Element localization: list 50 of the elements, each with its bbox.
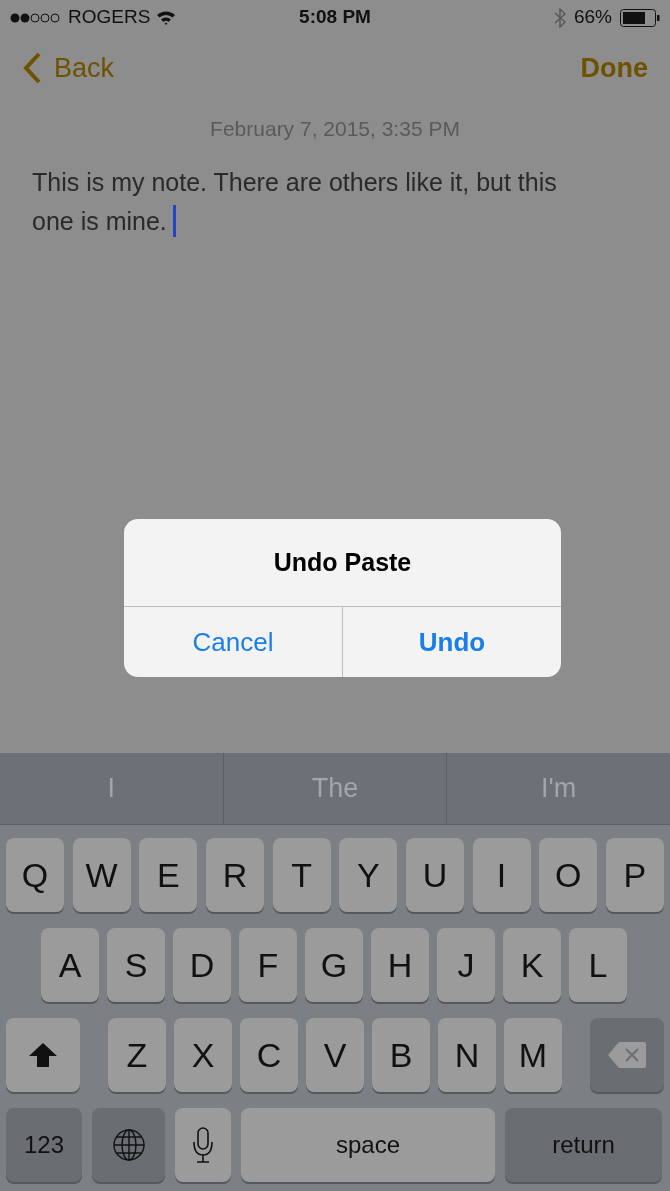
key[interactable]: L [569,928,627,1002]
key[interactable]: U [405,838,464,912]
key[interactable]: Q [6,838,64,912]
key[interactable]: W [72,838,131,912]
globe-key[interactable] [92,1108,165,1182]
key[interactable]: I [472,838,531,912]
alert-title: Undo Paste [272,546,413,578]
note-text-line: one is mine. [32,205,167,237]
key[interactable]: Z [108,1018,166,1092]
wifi-icon [156,10,177,25]
key[interactable]: V [306,1018,364,1092]
carrier-name: ROGERS [68,5,151,30]
key[interactable]: D [173,928,231,1002]
key[interactable]: Y [339,838,398,912]
key[interactable]: E [139,838,198,912]
battery-percentage: 66% [573,5,612,30]
space-key[interactable]: space [241,1108,495,1182]
key[interactable]: A [41,928,99,1002]
key[interactable]: M [504,1018,562,1092]
cancel-button[interactable]: Cancel [124,607,342,677]
key[interactable]: X [174,1018,232,1092]
key[interactable]: T [272,838,331,912]
battery-icon [620,8,660,27]
key[interactable]: P [605,838,664,912]
signal-icon [10,12,62,23]
key[interactable]: R [205,838,264,912]
key[interactable]: H [371,928,429,1002]
key[interactable]: K [503,928,561,1002]
return-key[interactable]: return [505,1108,662,1182]
text-cursor [172,205,176,237]
key[interactable]: F [239,928,297,1002]
key[interactable]: J [437,928,495,1002]
key[interactable]: B [372,1018,430,1092]
numbers-key[interactable]: 123 [6,1108,82,1182]
delete-icon [607,1041,647,1069]
microphone-icon [192,1127,214,1163]
key[interactable]: G [305,928,363,1002]
key[interactable]: O [539,838,598,912]
shift-key[interactable] [6,1018,80,1092]
key[interactable]: N [438,1018,496,1092]
dictation-key[interactable] [175,1108,231,1182]
shift-icon [28,1042,58,1068]
key[interactable]: C [240,1018,298,1092]
bluetooth-icon [553,7,566,28]
key[interactable]: S [107,928,165,1002]
confirm-button[interactable]: Undo [342,607,561,677]
clock-time: 5:08 PM [299,5,371,30]
note-text-line: This is my note. There are others like it, but this [32,166,557,198]
globe-icon [111,1128,146,1162]
chevron-left-icon [22,52,42,84]
